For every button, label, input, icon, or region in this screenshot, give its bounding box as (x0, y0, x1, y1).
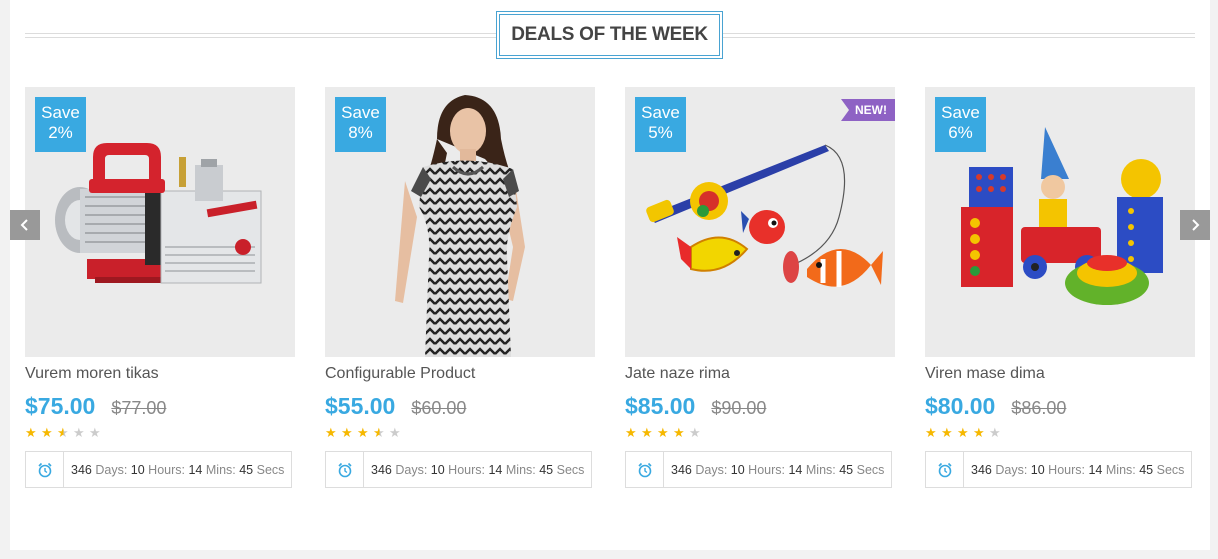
old-price: $86.00 (1011, 398, 1067, 418)
alarm-clock-icon (26, 452, 64, 487)
star-icon: ★ (641, 426, 653, 441)
alarm-clock-icon (326, 452, 364, 487)
new-label: NEW! (841, 99, 895, 121)
product-card[interactable]: Save 6% Viren mase dima $80.00 $86.00 ★ ★ ★… (925, 87, 1195, 488)
rating-stars: ★ ★ ★ ★ ★ (925, 427, 1195, 441)
star-icon: ★ (325, 426, 337, 441)
star-icon: ★ (689, 426, 701, 441)
old-price: $77.00 (111, 398, 167, 418)
star-icon: ★ (89, 426, 101, 441)
star-icon: ★ (57, 426, 69, 441)
price-row: $80.00 $86.00 (925, 393, 1195, 420)
countdown-text: 346 Days: 10 Hours: 14 Mins: 45 Secs (671, 462, 885, 477)
product-image[interactable]: Save 6% (925, 87, 1195, 357)
save-badge: Save 2% (35, 97, 86, 152)
countdown-timer: 346 Days: 10 Hours: 14 Mins: 45 Secs (25, 451, 292, 488)
chevron-right-icon (1192, 219, 1200, 231)
star-icon: ★ (73, 426, 85, 441)
product-name[interactable]: Configurable Product (325, 365, 595, 383)
old-price: $60.00 (411, 398, 467, 418)
old-price: $90.00 (711, 398, 767, 418)
product-image[interactable]: Save 5% NEW! (625, 87, 895, 357)
product-card[interactable]: Save 8% Configurable Product $55.00 $60.0… (325, 87, 595, 488)
countdown-text: 346 Days: 10 Hours: 14 Mins: 45 Secs (971, 462, 1185, 477)
star-icon: ★ (941, 426, 953, 441)
product-card[interactable]: Save 5% NEW! Jate naze rima $85.00 $90.00… (625, 87, 895, 488)
special-price: $55.00 (325, 393, 396, 419)
product-image[interactable]: Save 8% (325, 87, 595, 357)
star-icon: ★ (925, 426, 937, 441)
carousel-prev-button[interactable] (10, 210, 40, 240)
section-title-box: DEALS OF THE WEEK (496, 11, 723, 59)
star-icon: ★ (373, 426, 385, 441)
star-icon: ★ (673, 426, 685, 441)
deals-section: DEALS OF THE WEEK Save 2% Vurem moren ti… (10, 0, 1210, 550)
star-icon: ★ (957, 426, 969, 441)
rating-stars: ★ ★ ★ ★ ★ (325, 427, 595, 441)
product-name[interactable]: Vurem moren tikas (25, 365, 295, 383)
star-icon: ★ (989, 426, 1001, 441)
price-row: $85.00 $90.00 (625, 393, 895, 420)
countdown-text: 346 Days: 10 Hours: 14 Mins: 45 Secs (371, 462, 585, 477)
save-badge: Save 5% (635, 97, 686, 152)
star-icon: ★ (357, 426, 369, 441)
chevron-left-icon (20, 219, 28, 231)
star-icon: ★ (41, 426, 53, 441)
price-row: $75.00 $77.00 (25, 393, 295, 420)
star-icon: ★ (973, 426, 985, 441)
save-badge: Save 8% (335, 97, 386, 152)
rating-stars: ★ ★ ★ ★ ★ (25, 427, 295, 441)
special-price: $75.00 (25, 393, 96, 419)
special-price: $85.00 (625, 393, 696, 419)
product-name[interactable]: Viren mase dima (925, 365, 1195, 383)
star-icon: ★ (625, 426, 637, 441)
carousel-next-button[interactable] (1180, 210, 1210, 240)
countdown-timer: 346 Days: 10 Hours: 14 Mins: 45 Secs (925, 451, 1192, 488)
product-image[interactable]: Save 2% (25, 87, 295, 357)
special-price: $80.00 (925, 393, 996, 419)
star-icon: ★ (389, 426, 401, 441)
product-card[interactable]: Save 2% Vurem moren tikas $75.00 $77.00 ★… (25, 87, 295, 488)
star-icon: ★ (25, 426, 37, 441)
save-badge: Save 6% (935, 97, 986, 152)
countdown-timer: 346 Days: 10 Hours: 14 Mins: 45 Secs (325, 451, 592, 488)
product-name[interactable]: Jate naze rima (625, 365, 895, 383)
section-title: DEALS OF THE WEEK (499, 14, 720, 56)
countdown-text: 346 Days: 10 Hours: 14 Mins: 45 Secs (71, 462, 285, 477)
star-icon: ★ (341, 426, 353, 441)
alarm-clock-icon (626, 452, 664, 487)
star-icon: ★ (657, 426, 669, 441)
countdown-timer: 346 Days: 10 Hours: 14 Mins: 45 Secs (625, 451, 892, 488)
alarm-clock-icon (926, 452, 964, 487)
price-row: $55.00 $60.00 (325, 393, 595, 420)
rating-stars: ★ ★ ★ ★ ★ (625, 427, 895, 441)
